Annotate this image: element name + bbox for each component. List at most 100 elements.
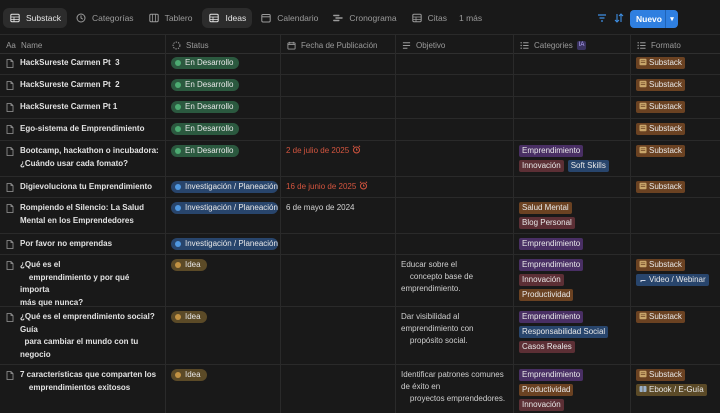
table-row[interactable]: HackSureste Carmen Pt 2 En Desarrollo Subs… (0, 75, 720, 97)
table-row[interactable]: HackSureste Carmen Pt 3 En Desarrollo Subs… (0, 53, 720, 75)
status-cell[interactable]: En Desarrollo (165, 75, 280, 97)
categories-cell[interactable] (513, 177, 630, 185)
row-title[interactable]: Digievoluciona tu Emprendimiento (0, 177, 165, 201)
categories-cell[interactable]: Salud Mental Blog Personal (513, 198, 630, 236)
format-cell[interactable]: Substack (630, 307, 720, 330)
tab-tablero[interactable]: Tablero (142, 8, 199, 28)
status-cell[interactable]: Idea (165, 307, 280, 329)
categories-cell[interactable]: Emprendimiento Innovación Soft Skills (513, 141, 630, 179)
row-title[interactable]: HackSureste Carmen Pt 1 (0, 97, 165, 121)
row-title[interactable]: Rompiendo el Silencio: La Salud Mental e… (0, 198, 165, 231)
date-cell[interactable] (280, 53, 395, 61)
column-header-name[interactable]: Aa Name (0, 35, 165, 55)
objective-cell[interactable] (395, 75, 513, 83)
categories-cell[interactable]: Emprendimiento Innovación Productividad (513, 255, 630, 308)
tab-citas[interactable]: Citas (405, 8, 453, 28)
column-header-format[interactable]: Formato (630, 35, 720, 55)
column-header-categories[interactable]: Categories IA (513, 35, 630, 55)
format-cell[interactable]: Substack (630, 119, 720, 142)
row-title[interactable]: Por favor no emprendas (0, 234, 165, 258)
tab-label: Cronograma (349, 13, 397, 23)
table-row[interactable]: Digievoluciona tu Emprendimiento Investig… (0, 177, 720, 198)
status-cell[interactable]: Investigación / Planeación (165, 234, 280, 256)
format-cell[interactable]: Substack (630, 141, 720, 164)
table-row[interactable]: ¿Qué es el emprendimiento social? Guía p… (0, 307, 720, 365)
status-cell[interactable]: En Desarrollo (165, 53, 280, 75)
chevron-down-icon[interactable]: ▾ (665, 10, 678, 28)
date-cell[interactable]: 16 de junio de 2025 (280, 177, 395, 198)
row-title[interactable]: ¿Qué es el emprendimiento social? Guía p… (0, 307, 165, 365)
date-cell[interactable] (280, 307, 395, 315)
row-title[interactable]: 7 características que comparten los empr… (0, 365, 165, 398)
status-cell[interactable]: Investigación / Planeación (165, 198, 280, 220)
table-row[interactable]: Ego-sistema de Emprendimiento En Desarrol… (0, 119, 720, 141)
format-cell[interactable]: Substack (630, 53, 720, 76)
row-title[interactable]: Ego-sistema de Emprendimiento (0, 119, 165, 143)
format-cell[interactable]: Substack (630, 177, 720, 200)
format-icon (639, 275, 649, 284)
categories-cell[interactable]: Emprendimiento (513, 234, 630, 257)
categories-cell[interactable] (513, 97, 630, 105)
categories-cell[interactable] (513, 119, 630, 127)
categories-cell[interactable]: Emprendimiento Responsabilidad Social Caso… (513, 307, 630, 360)
page-icon (6, 204, 16, 227)
format-cell[interactable]: Substack Ebook / E-Guía (630, 365, 720, 403)
filter-icon[interactable] (594, 10, 610, 26)
format-cell[interactable]: Substack (630, 97, 720, 120)
categories-cell[interactable] (513, 53, 630, 61)
objective-cell[interactable] (395, 234, 513, 242)
status-cell[interactable]: Idea (165, 365, 280, 387)
table-row[interactable]: ¿Qué es el emprendimiento y por qué impo… (0, 255, 720, 307)
date-cell[interactable] (280, 97, 395, 105)
table-row[interactable]: 7 características que comparten los empr… (0, 365, 720, 413)
status-cell[interactable]: En Desarrollo (165, 141, 280, 163)
date-cell[interactable]: 2 de julio de 2025 (280, 141, 395, 162)
column-header-status[interactable]: Status (165, 35, 280, 55)
sort-icon[interactable] (611, 10, 627, 26)
tab-cronograma[interactable]: Cronograma (326, 8, 402, 28)
status-cell[interactable]: En Desarrollo (165, 119, 280, 141)
table-row[interactable]: HackSureste Carmen Pt 1 En Desarrollo Subs… (0, 97, 720, 119)
objective-cell[interactable] (395, 177, 513, 185)
column-header-objective[interactable]: Objetivo (395, 35, 513, 55)
date-cell[interactable] (280, 255, 395, 263)
format-label: Substack (649, 102, 682, 111)
table-row[interactable]: Rompiendo el Silencio: La Salud Mental e… (0, 198, 720, 234)
row-title[interactable]: HackSureste Carmen Pt 3 (0, 53, 165, 77)
objective-cell[interactable]: Dar visibilidad al emprendimiento con pr… (395, 307, 513, 351)
table-row[interactable]: Bootcamp, hackathon o incubadora: ¿Cuánd… (0, 141, 720, 177)
row-title[interactable]: Bootcamp, hackathon o incubadora: ¿Cuánd… (0, 141, 165, 174)
date-cell[interactable] (280, 119, 395, 127)
tab-substack[interactable]: Substack (3, 8, 67, 28)
new-button[interactable]: Nuevo ▾ (630, 10, 678, 28)
objective-cell[interactable] (395, 141, 513, 149)
more-views-button[interactable]: 1 más (459, 13, 482, 23)
row-title[interactable]: HackSureste Carmen Pt 2 (0, 75, 165, 99)
date-cell[interactable] (280, 365, 395, 373)
objective-cell[interactable] (395, 53, 513, 61)
tab-calendario[interactable]: Calendario (254, 8, 324, 28)
status-cell[interactable]: Investigación / Planeación (165, 177, 280, 199)
status-cell[interactable]: Idea (165, 255, 280, 277)
format-cell[interactable] (630, 198, 720, 206)
table-row[interactable]: Por favor no emprendas Investigación / Pl… (0, 234, 720, 255)
objective-cell[interactable]: Identificar patrones comunes de éxito en… (395, 365, 513, 409)
objective-cell[interactable] (395, 119, 513, 127)
categories-cell[interactable]: Emprendimiento Productividad Innovación (513, 365, 630, 413)
column-header-date[interactable]: Fecha de Publicación (280, 35, 395, 55)
format-cell[interactable]: Substack Video / Webinar (630, 255, 720, 293)
categories-cell[interactable] (513, 75, 630, 83)
format-cell[interactable] (630, 234, 720, 242)
objective-cell[interactable]: Educar sobre el concepto base de emprend… (395, 255, 513, 299)
category-tag: Emprendimiento (519, 259, 584, 271)
format-cell[interactable]: Substack (630, 75, 720, 98)
status-cell[interactable]: En Desarrollo (165, 97, 280, 119)
objective-cell[interactable] (395, 97, 513, 105)
objective-cell[interactable] (395, 198, 513, 206)
tab-ideas[interactable]: Ideas (202, 8, 253, 28)
date-cell[interactable] (280, 234, 395, 242)
tab-categorias[interactable]: Categorías (69, 8, 140, 28)
row-title[interactable]: ¿Qué es el emprendimiento y por qué impo… (0, 255, 165, 313)
date-cell[interactable] (280, 75, 395, 83)
date-cell[interactable]: 6 de mayo de 2024 (280, 198, 395, 219)
